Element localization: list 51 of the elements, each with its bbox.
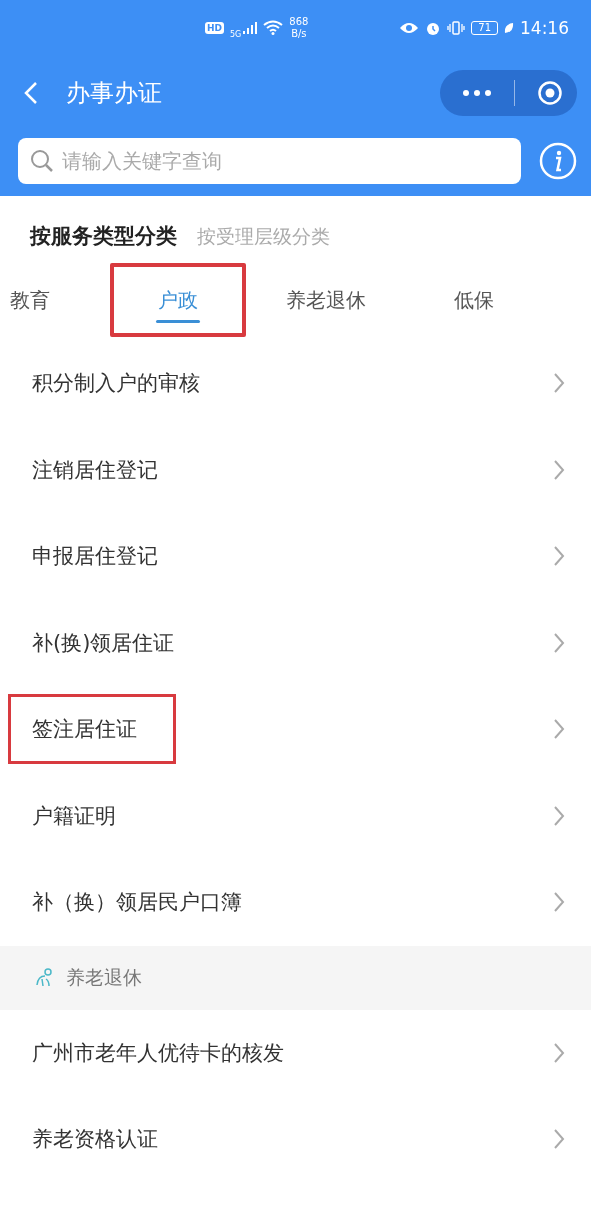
- chevron-right-icon: [553, 458, 565, 481]
- service-list-item[interactable]: 养老资格认证: [0, 1096, 591, 1183]
- network-label: 5G: [230, 29, 242, 39]
- chevron-right-icon: [553, 372, 565, 395]
- chevron-right-icon: [553, 891, 565, 914]
- section-title: 养老退休: [66, 964, 142, 990]
- service-name: 补（换）领居民户口簿: [32, 889, 242, 917]
- chevron-right-icon: [553, 718, 565, 741]
- service-list-item[interactable]: 补(换)领居住证: [0, 599, 591, 686]
- service-name: 注销居住登记: [32, 456, 158, 484]
- speed-unit: B/s: [291, 27, 307, 40]
- signal-icon: [243, 21, 258, 34]
- service-name: 广州市老年人优待卡的核发: [32, 1039, 284, 1067]
- service-name: 补(换)领居住证: [32, 629, 175, 657]
- page-title: 办事办证: [66, 77, 163, 109]
- leaf-icon: [504, 21, 514, 34]
- search-field[interactable]: 请输入关键字查询: [18, 138, 521, 184]
- chevron-right-icon: [553, 631, 565, 654]
- info-icon[interactable]: [539, 142, 577, 180]
- eye-icon: [399, 21, 420, 34]
- more-icon[interactable]: [462, 88, 492, 97]
- vibrate-icon: [447, 20, 466, 35]
- elderly-person-icon: [34, 967, 54, 988]
- category-mode-tab[interactable]: 按服务类型分类: [30, 222, 177, 250]
- service-list-item[interactable]: 广州市老年人优待卡的核发: [0, 1009, 591, 1096]
- service-list-item[interactable]: 申报居住登记: [0, 513, 591, 600]
- service-list-item[interactable]: 补（换）领居民户口簿: [0, 859, 591, 946]
- category-tab[interactable]: 教育: [0, 263, 104, 337]
- wifi-icon: [263, 20, 284, 35]
- service-list-item[interactable]: 户籍证明: [0, 772, 591, 859]
- hd-badge: HD: [205, 21, 224, 34]
- clock-time: 14:16: [520, 17, 569, 38]
- back-icon[interactable]: [24, 80, 38, 105]
- chevron-right-icon: [553, 1041, 565, 1064]
- service-name: 养老资格认证: [32, 1126, 158, 1154]
- category-tab[interactable]: 低保: [400, 263, 548, 337]
- speed-value: 868: [289, 15, 309, 28]
- service-name: 签注居住证: [8, 694, 176, 765]
- service-list-item[interactable]: 积分制入户的审核: [0, 340, 591, 427]
- service-list-item[interactable]: 签注居住证: [0, 686, 591, 773]
- chevron-right-icon: [553, 804, 565, 827]
- active-tab-underline: [156, 320, 200, 323]
- chevron-right-icon: [553, 545, 565, 568]
- service-name: 户籍证明: [32, 802, 116, 830]
- chevron-right-icon: [553, 1128, 565, 1151]
- battery-indicator: 71: [471, 20, 498, 35]
- service-name: 申报居住登记: [32, 543, 158, 571]
- service-list-item[interactable]: 注销居住登记: [0, 426, 591, 513]
- service-name: 积分制入户的审核: [32, 370, 200, 398]
- category-tab[interactable]: 养老退休: [252, 263, 400, 337]
- close-icon[interactable]: [537, 79, 563, 106]
